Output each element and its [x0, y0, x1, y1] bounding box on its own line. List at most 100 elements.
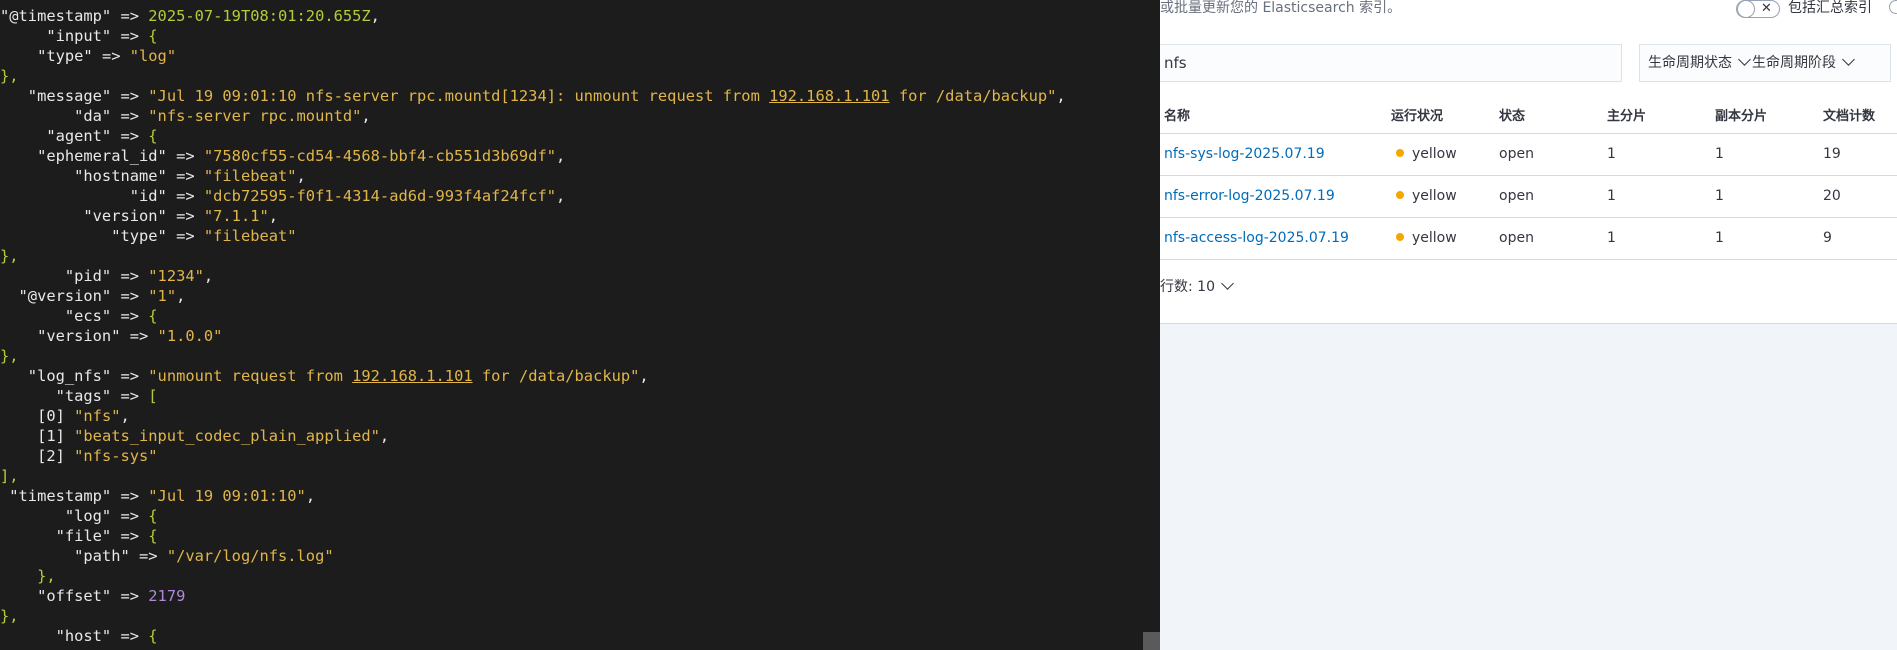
terminal-token: =>	[111, 107, 149, 125]
terminal-token: "dcb72595-f0f1-4314-ad6d-993f4af24fcf"	[203, 187, 556, 205]
column-header-health[interactable]: 运行状况	[1391, 100, 1443, 133]
terminal-token: ,	[176, 287, 186, 305]
terminal-window[interactable]: "@timestamp" => 2025-07-19T08:01:20.655Z…	[0, 0, 1160, 650]
terminal-token: ,	[639, 367, 649, 385]
chevron-down-icon	[1221, 277, 1234, 290]
search-input[interactable]: nfs	[1160, 44, 1622, 82]
terminal-scrollbar-thumb[interactable]	[1143, 632, 1160, 650]
terminal-token: =>	[111, 367, 149, 385]
filter-group: 生命周期状态 生命周期阶段	[1639, 44, 1891, 82]
terminal-token: "7.1.1"	[203, 207, 269, 225]
docs-count-cell: 20	[1823, 188, 1841, 204]
terminal-token: "da"	[0, 107, 112, 125]
terminal-token: {	[148, 307, 158, 325]
health-dot-icon	[1396, 191, 1404, 199]
status-cell: open	[1499, 188, 1534, 204]
terminal-token: [2]	[0, 447, 75, 465]
terminal-token: ,	[296, 167, 306, 185]
terminal-line: "timestamp" => "Jul 19 09:01:10",	[0, 486, 315, 506]
column-header-docs-count[interactable]: 文档计数	[1823, 100, 1875, 133]
primary-cell: 1	[1607, 146, 1616, 162]
terminal-line: "log_nfs" => "unmount request from 192.1…	[0, 366, 649, 386]
table-row: nfs-sys-log-2025.07.19 yellow open 1 1 1…	[1160, 134, 1897, 176]
terminal-token: ,	[379, 427, 390, 445]
terminal-line: "path" => "/var/log/nfs.log"	[0, 546, 333, 566]
terminal-token: ,	[1056, 87, 1066, 105]
include-rollup-toggle[interactable]: ✕	[1736, 0, 1780, 18]
terminal-line: "input" => {	[0, 26, 157, 46]
terminal-token: "path"	[0, 547, 130, 565]
terminal-token: "@version"	[0, 287, 112, 305]
rows-per-page-label: 行数: 10	[1160, 279, 1215, 295]
column-header-name[interactable]: 名称	[1164, 100, 1190, 133]
terminal-token: =>	[111, 7, 149, 25]
terminal-token: =>	[111, 527, 149, 545]
index-name-link[interactable]: nfs-error-log-2025.07.19	[1164, 176, 1335, 217]
replica-cell: 1	[1715, 146, 1724, 162]
terminal-token: =>	[111, 507, 149, 525]
column-header-status[interactable]: 状态	[1499, 100, 1525, 133]
terminal-token: "id"	[0, 187, 167, 205]
terminal-token: 192.168.1.101	[352, 367, 473, 385]
terminal-token: "7580cf55-cd54-4568-bbf4-cb551d3b69df"	[203, 147, 556, 165]
terminal-token: ,	[555, 147, 566, 165]
terminal-token: "Jul 19 09:01:10 nfs-server rpc.mountd[1…	[148, 87, 770, 105]
terminal-token: =>	[111, 487, 149, 505]
terminal-line: },	[0, 66, 19, 86]
column-header-primary[interactable]: 主分片	[1607, 100, 1646, 133]
terminal-line: [1] "beats_input_codec_plain_applied",	[0, 426, 389, 446]
terminal-token: "message"	[0, 87, 112, 105]
terminal-token: "version"	[0, 327, 121, 345]
terminal-token: "filebeat"	[203, 227, 297, 245]
terminal-token: "log_nfs"	[0, 367, 112, 385]
terminal-token: =>	[111, 267, 149, 285]
terminal-line: },	[0, 346, 19, 366]
terminal-token: "@timestamp"	[0, 7, 112, 25]
status-cell: open	[1499, 230, 1534, 246]
terminal-line: "offset" => 2179	[0, 586, 185, 606]
health-dot-icon	[1396, 233, 1404, 241]
terminal-token: ,	[120, 407, 130, 425]
toggle-knob	[1737, 0, 1755, 18]
column-header-replica[interactable]: 副本分片	[1715, 100, 1767, 133]
terminal-token: },	[0, 607, 19, 625]
terminal-token: },	[0, 567, 56, 585]
health-value: yellow	[1412, 188, 1457, 204]
chevron-down-icon	[1842, 53, 1855, 66]
terminal-token: [1]	[0, 427, 75, 445]
terminal-token: "tags"	[0, 387, 112, 405]
terminal-token: =>	[166, 187, 204, 205]
terminal-token: =>	[111, 27, 149, 45]
terminal-token: {	[148, 527, 158, 545]
terminal-token: "1.0.0"	[157, 327, 223, 345]
terminal-token: =>	[166, 167, 204, 185]
terminal-line: "log" => {	[0, 506, 158, 526]
include-rollup-label: 包括汇总索引	[1788, 0, 1872, 16]
hidden-index-toggle[interactable]	[1889, 0, 1897, 14]
terminal-token: "file"	[0, 527, 112, 545]
index-name-link[interactable]: nfs-access-log-2025.07.19	[1164, 218, 1349, 259]
terminal-token: "ephemeral_id"	[0, 147, 167, 165]
terminal-token: ,	[268, 207, 279, 225]
replica-cell: 1	[1715, 230, 1724, 246]
terminal-token: "nfs-server rpc.mountd"	[148, 107, 362, 125]
terminal-line: "@version" => "1",	[0, 286, 186, 306]
terminal-token: ,	[370, 7, 380, 25]
chevron-down-icon	[1738, 53, 1751, 66]
terminal-token: },	[0, 347, 19, 365]
terminal-line: },	[0, 606, 19, 626]
terminal-token: [	[148, 387, 158, 405]
lifecycle-phase-filter-button[interactable]: 生命周期阶段	[1752, 45, 1855, 81]
lifecycle-status-filter-button[interactable]: 生命周期状态	[1648, 45, 1751, 81]
terminal-token: =>	[129, 547, 167, 565]
terminal-line: "type" => "log"	[0, 46, 176, 66]
terminal-token: "ecs"	[0, 307, 112, 325]
index-name-link[interactable]: nfs-sys-log-2025.07.19	[1164, 134, 1325, 175]
terminal-line: "hostname" => "filebeat",	[0, 166, 306, 186]
terminal-line: "host" => {	[0, 626, 158, 646]
terminal-line: "type" => "filebeat"	[0, 226, 297, 246]
terminal-token: =>	[111, 127, 149, 145]
terminal-line: "file" => {	[0, 526, 158, 546]
rows-per-page-button[interactable]: 行数: 10	[1160, 277, 1234, 296]
terminal-token: "1234"	[148, 267, 204, 285]
